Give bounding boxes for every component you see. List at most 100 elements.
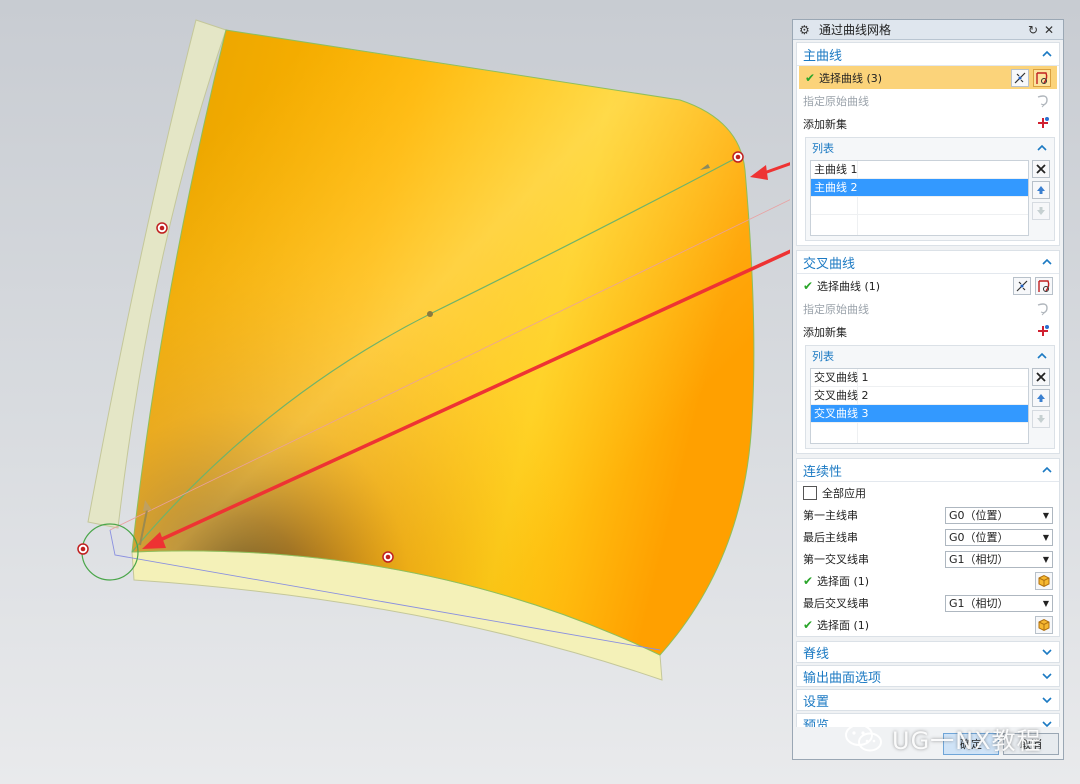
move-up-icon[interactable]: [1032, 389, 1050, 407]
chevron-up-icon[interactable]: [1036, 142, 1048, 154]
cross-specify-origin-label: 指定原始曲线: [803, 302, 869, 316]
cross-list-header[interactable]: 列表: [806, 346, 1054, 366]
gear-icon[interactable]: ⚙: [799, 23, 813, 37]
settings-group[interactable]: 设置: [796, 689, 1060, 711]
curve-rule-icon[interactable]: [1011, 68, 1029, 87]
dialog-titlebar: ⚙ 通过曲线网格 ↻ ✕: [793, 20, 1063, 40]
select-face-2-row[interactable]: ✔ 选择面 (1): [797, 614, 1059, 636]
remove-icon[interactable]: [1032, 368, 1050, 386]
select-face-icon[interactable]: [1035, 616, 1053, 634]
primary-select-curve-row[interactable]: ✔ 选择曲线 (3): [799, 66, 1057, 89]
list-item[interactable]: 交叉曲线 2: [811, 387, 1028, 405]
select-face-icon[interactable]: [1035, 572, 1053, 590]
graphics-viewport[interactable]: [0, 0, 790, 784]
list-item[interactable]: 主曲线 1: [811, 161, 1028, 179]
first-cross-select[interactable]: G1（相切） ▼: [945, 550, 1053, 568]
check-icon: ✔: [803, 618, 814, 632]
select-value: G1（相切）: [949, 597, 1009, 610]
chevron-up-icon[interactable]: [1041, 48, 1053, 60]
move-down-icon[interactable]: [1032, 410, 1050, 428]
cross-curves-title: 交叉曲线: [803, 256, 856, 272]
spine-group[interactable]: 脊线: [796, 641, 1060, 663]
chevron-down-icon[interactable]: [1041, 670, 1053, 682]
dialog-title: 通过曲线网格: [819, 23, 892, 37]
primary-list-header[interactable]: 列表: [806, 138, 1054, 158]
origin-curve-icon[interactable]: [1035, 92, 1053, 110]
move-down-icon[interactable]: [1032, 202, 1050, 220]
chevron-up-icon[interactable]: [1041, 256, 1053, 268]
move-up-icon[interactable]: [1032, 181, 1050, 199]
apply-all-checkbox[interactable]: [803, 486, 817, 500]
primary-select-curve-label: 选择曲线 (3): [819, 71, 883, 85]
check-icon: ✔: [805, 70, 816, 85]
first-primary-select[interactable]: G0（位置） ▼: [945, 506, 1053, 524]
select-face-2-label: 选择面 (1): [817, 619, 870, 632]
add-set-icon[interactable]: [1035, 323, 1053, 341]
first-cross-row: 第一交叉线串 G1（相切） ▼: [797, 548, 1059, 570]
cross-curves-group: 交叉曲线 ✔ 选择曲线 (1) 指定原始曲线 添加新集 列表 交叉曲线 1 交叉…: [796, 250, 1060, 454]
last-primary-label: 最后主线串: [803, 531, 858, 544]
chevron-up-icon[interactable]: [1036, 350, 1048, 362]
check-icon: ✔: [803, 278, 814, 293]
cross-list-panel: 列表 交叉曲线 1 交叉曲线 2 交叉曲线 3: [805, 345, 1055, 449]
continuity-header[interactable]: 连续性: [797, 459, 1059, 482]
cross-list-title: 列表: [812, 350, 834, 363]
dropdown-arrow-icon: ▼: [1042, 598, 1049, 608]
list-item[interactable]: 主曲线 2: [811, 179, 1028, 197]
primary-add-set-label: 添加新集: [803, 117, 847, 131]
last-cross-select[interactable]: G1（相切） ▼: [945, 594, 1053, 612]
first-cross-label: 第一交叉线串: [803, 553, 869, 566]
select-face-1-label: 选择面 (1): [817, 575, 870, 588]
primary-specify-origin-row[interactable]: 指定原始曲线: [797, 89, 1059, 112]
select-value: G1（相切）: [949, 553, 1009, 566]
cross-curves-header[interactable]: 交叉曲线: [797, 251, 1059, 274]
list-item[interactable]: 交叉曲线 3: [811, 405, 1028, 423]
select-curve-icon[interactable]: [1035, 276, 1053, 295]
continuity-group: 连续性 全部应用 第一主线串 G0（位置） ▼ 最后主线串 G0（位置） ▼ 第一交…: [796, 458, 1060, 637]
primary-curves-title: 主曲线: [803, 48, 843, 64]
chevron-up-icon[interactable]: [1041, 464, 1053, 476]
first-primary-label: 第一主线串: [803, 509, 858, 522]
close-icon[interactable]: ✕: [1041, 23, 1057, 37]
spine-title: 脊线: [803, 646, 830, 662]
output-surface-options-group[interactable]: 输出曲面选项: [796, 665, 1060, 687]
output-surface-options-title: 输出曲面选项: [803, 670, 882, 686]
primary-add-set-row[interactable]: 添加新集: [797, 112, 1059, 135]
settings-title: 设置: [803, 694, 830, 710]
select-curve-icon[interactable]: [1033, 68, 1051, 87]
cross-select-curve-row[interactable]: ✔ 选择曲线 (1): [797, 274, 1059, 297]
cross-add-set-row[interactable]: 添加新集: [797, 320, 1059, 343]
primary-curves-header[interactable]: 主曲线: [797, 43, 1059, 66]
watermark-text: UG一NX教程: [892, 726, 1042, 755]
cross-add-set-label: 添加新集: [803, 325, 847, 339]
chevron-down-icon[interactable]: [1041, 694, 1053, 706]
wechat-logo-icon: [844, 722, 884, 754]
primary-curves-group: 主曲线 ✔ 选择曲线 (3) 指定原始曲线 添加新集 列表 主曲线 1 主曲线 …: [796, 42, 1060, 246]
remove-icon[interactable]: [1032, 160, 1050, 178]
last-cross-label: 最后交叉线串: [803, 597, 869, 610]
apply-all-row[interactable]: 全部应用: [797, 482, 1059, 504]
add-set-icon[interactable]: [1035, 115, 1053, 133]
reset-icon[interactable]: ↻: [1025, 23, 1041, 37]
dropdown-arrow-icon: ▼: [1042, 554, 1049, 564]
primary-curve-list[interactable]: 主曲线 1 主曲线 2: [810, 160, 1029, 236]
dropdown-arrow-icon: ▼: [1042, 532, 1049, 542]
watermark: UG一NX教程: [844, 720, 1042, 756]
dropdown-arrow-icon: ▼: [1042, 510, 1049, 520]
chevron-down-icon[interactable]: [1041, 646, 1053, 658]
cross-select-curve-label: 选择曲线 (1): [817, 279, 881, 293]
list-item[interactable]: 交叉曲线 1: [811, 369, 1028, 387]
cross-curve-list[interactable]: 交叉曲线 1 交叉曲线 2 交叉曲线 3: [810, 368, 1029, 444]
surface-model: [77, 19, 790, 681]
last-cross-row: 最后交叉线串 G1（相切） ▼: [797, 592, 1059, 614]
select-face-1-row[interactable]: ✔ 选择面 (1): [797, 570, 1059, 592]
origin-curve-icon[interactable]: [1035, 300, 1053, 318]
check-icon: ✔: [803, 574, 814, 588]
continuity-title: 连续性: [803, 464, 843, 480]
through-curve-mesh-dialog: ⚙ 通过曲线网格 ↻ ✕ 主曲线 ✔ 选择曲线 (3) 指定原始曲线 添加新集 …: [792, 19, 1064, 760]
cross-specify-origin-row[interactable]: 指定原始曲线: [797, 297, 1059, 320]
apply-all-label: 全部应用: [822, 487, 866, 500]
list-item-empty: [811, 197, 1028, 215]
curve-rule-icon[interactable]: [1013, 276, 1031, 295]
last-primary-select[interactable]: G0（位置） ▼: [945, 528, 1053, 546]
